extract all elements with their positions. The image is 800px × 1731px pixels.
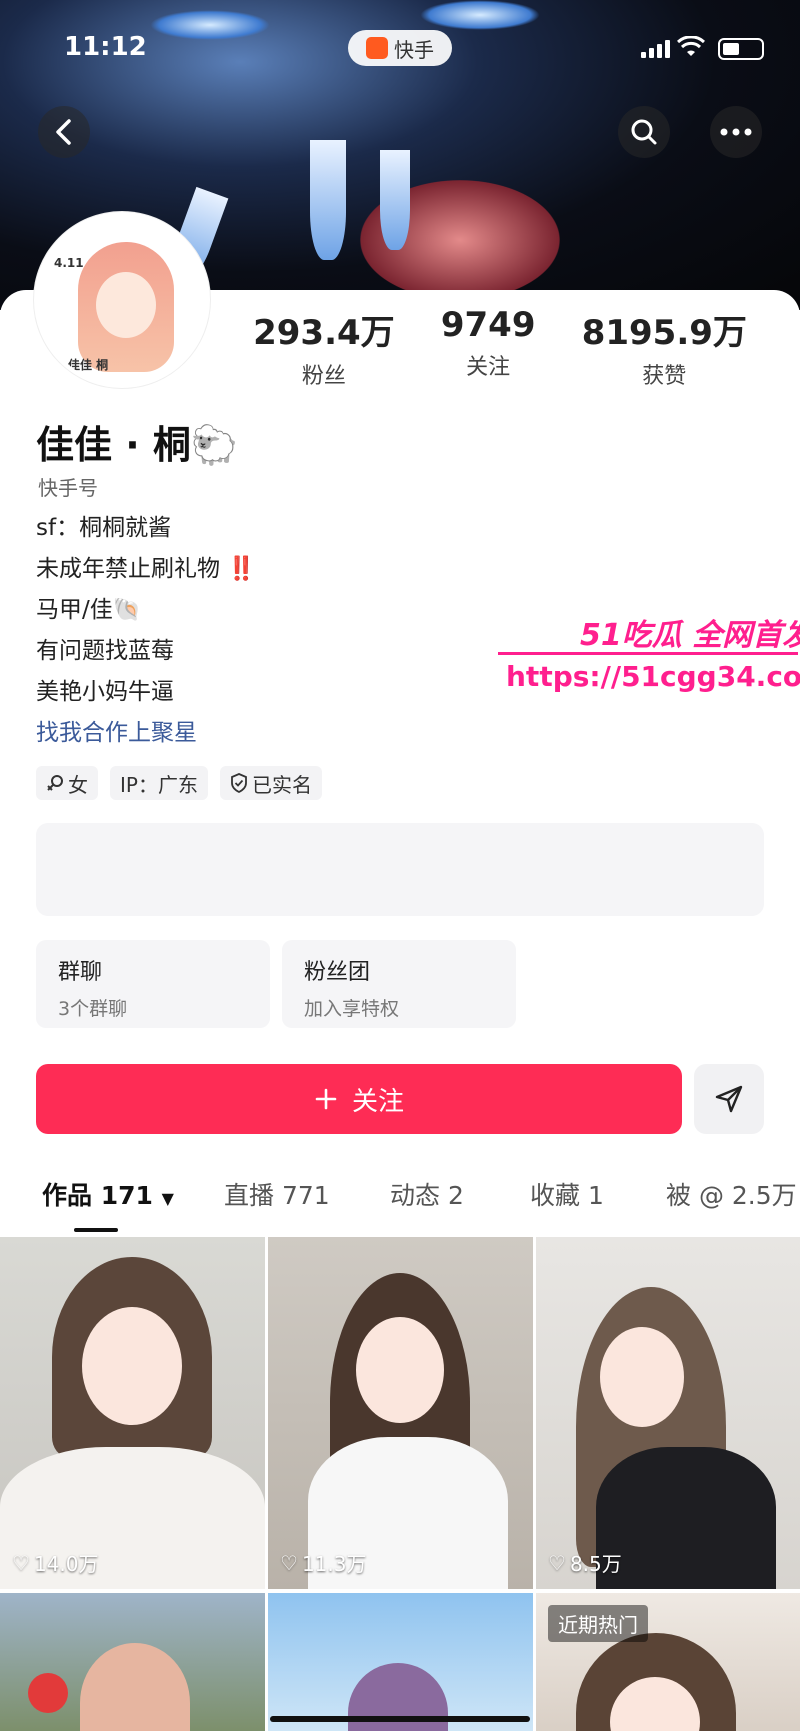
stat-value: 8195.9万 <box>581 313 747 353</box>
tab-moments[interactable]: 动态 2 <box>390 1176 464 1212</box>
watermark-url: https://51cgg34.com <box>506 660 800 693</box>
tag-label: 女 <box>68 772 88 797</box>
chevron-left-icon <box>56 119 71 145</box>
plus-icon <box>315 1088 337 1110</box>
video-thumbnail[interactable]: ♡ 8.5万 <box>536 1237 800 1589</box>
tag-label: IP：广东 <box>120 772 198 797</box>
active-tab-indicator <box>74 1228 118 1232</box>
stat-label: 粉丝 <box>301 364 346 389</box>
wifi-icon <box>676 35 706 64</box>
tab-live[interactable]: 直播 771 <box>224 1176 330 1212</box>
bio-line: 美艳小妈牛逼 <box>36 679 174 705</box>
thumbnail-object <box>28 1673 68 1713</box>
likes-count: 14.0万 <box>33 1552 99 1576</box>
group-chat-subtitle: 3个群聊 <box>58 998 128 1020</box>
profile-name: 佳佳 · 桐🐑 <box>36 423 239 467</box>
search-icon <box>631 119 657 145</box>
video-thumbnail[interactable]: 近期热门 <box>536 1593 800 1731</box>
tab-label: 作品 171 <box>42 1181 153 1210</box>
tab-works[interactable]: 作品 171 ▼ <box>42 1176 174 1212</box>
tab-favorites[interactable]: 收藏 1 <box>530 1176 604 1212</box>
watermark: 51吃瓜 全网首发 https://51cgg34.com <box>498 610 800 700</box>
profile-info-panel <box>36 823 764 916</box>
more-icon <box>720 128 752 136</box>
stat-value: 9749 <box>440 305 536 345</box>
profile-bio: sf：桐桐就酱 未成年禁止刷礼物 ‼️ 马甲/佳🐚 有问题找蓝莓 美艳小妈牛逼 … <box>36 508 256 754</box>
follow-label: 关注 <box>351 1086 404 1117</box>
app-badge: 快手 <box>348 30 452 66</box>
heart-icon: ♡ <box>548 1550 566 1575</box>
send-icon <box>715 1085 743 1113</box>
fan-club-subtitle: 加入享特权 <box>304 998 400 1020</box>
fan-club-card[interactable]: 粉丝团 加入享特权 <box>282 940 516 1028</box>
more-button[interactable] <box>710 106 762 158</box>
cover-fang <box>380 150 410 250</box>
bio-line-text: 未成年禁止刷礼物 <box>36 556 220 582</box>
video-likes: ♡ 11.3万 <box>280 1548 366 1577</box>
heart-icon: ♡ <box>280 1550 298 1575</box>
stat-value: 293.4万 <box>253 313 395 353</box>
stat-label: 关注 <box>466 355 511 380</box>
likes-count: 11.3万 <box>301 1552 367 1576</box>
avatar-face <box>96 272 156 338</box>
tab-mentions[interactable]: 被 @ 2.5万 <box>666 1176 797 1212</box>
video-likes: ♡ 8.5万 <box>548 1548 622 1577</box>
recent-hot-badge: 近期热门 <box>548 1605 648 1642</box>
bio-line: 有问题找蓝莓 <box>36 638 174 664</box>
app-name: 快手 <box>394 37 434 62</box>
shield-check-icon <box>231 773 247 793</box>
bio-collab-link[interactable]: 找我合作上聚星 <box>36 713 256 754</box>
search-button[interactable] <box>618 106 670 158</box>
heart-icon: ♡ <box>12 1550 30 1575</box>
video-likes: ♡ 14.0万 <box>12 1548 98 1577</box>
watermark-title: 51吃瓜 全网首发 <box>580 618 800 653</box>
bio-line: 未成年禁止刷礼物 ‼️ <box>36 549 256 590</box>
bio-line: 马甲/佳🐚 <box>36 597 142 623</box>
battery-icon <box>718 38 764 60</box>
kuaishou-id-label[interactable]: 快手号 <box>38 472 98 501</box>
video-thumbnail[interactable] <box>0 1593 265 1731</box>
avatar[interactable]: 4.11 佳佳 桐 <box>34 212 210 388</box>
caret-down-icon: ▼ <box>161 1189 174 1208</box>
profile-tags: 女 IP：广东 已实名 <box>36 766 322 800</box>
group-chat-card[interactable]: 群聊 3个群聊 <box>36 940 270 1028</box>
tag-label: 已实名 <box>251 772 312 797</box>
stat-following[interactable]: 9749 关注 <box>441 305 536 390</box>
bio-line: sf：桐桐就酱 <box>36 515 172 541</box>
avatar-sign-text: 佳佳 桐 <box>68 358 109 372</box>
fan-club-title: 粉丝团 <box>304 960 371 985</box>
kuaishou-logo-icon <box>366 37 388 59</box>
thumbnail-body <box>596 1447 776 1589</box>
video-thumbnail[interactable]: ♡ 11.3万 <box>268 1237 533 1589</box>
stat-likes[interactable]: 8195.9万 获赞 <box>582 305 747 390</box>
send-message-button[interactable] <box>694 1064 764 1134</box>
likes-count: 8.5万 <box>569 1552 622 1576</box>
ip-tag: IP：广东 <box>110 766 208 800</box>
gender-tag: 女 <box>36 766 98 800</box>
double-exclamation-icon: ‼️ <box>227 556 256 582</box>
status-bar: 11:12 快手 <box>0 30 800 70</box>
home-indicator <box>270 1716 530 1722</box>
stat-fans[interactable]: 293.4万 粉丝 <box>253 305 395 390</box>
follow-button[interactable]: 关注 <box>36 1064 682 1134</box>
thumbnail-face <box>600 1327 684 1427</box>
status-time: 11:12 <box>64 32 147 62</box>
cover-eye <box>420 0 540 30</box>
stat-label: 获赞 <box>642 364 687 389</box>
back-button[interactable] <box>38 106 90 158</box>
group-chat-title: 群聊 <box>58 960 103 985</box>
verified-tag: 已实名 <box>219 766 322 800</box>
avatar-date-text: 4.11 <box>54 256 84 270</box>
video-thumbnail[interactable]: ♡ 14.0万 <box>0 1237 265 1589</box>
female-icon <box>47 775 63 791</box>
thumbnail-face <box>356 1317 444 1423</box>
watermark-line <box>498 652 798 655</box>
thumbnail-face <box>82 1307 182 1425</box>
cover-fang <box>310 140 346 260</box>
video-thumbnail[interactable] <box>268 1593 533 1731</box>
content-tabs: 作品 171 ▼ 直播 771 动态 2 收藏 1 被 @ 2.5万 <box>0 1176 800 1232</box>
profile-stats: 293.4万 粉丝 9749 关注 8195.9万 获赞 <box>230 305 770 390</box>
signal-icon <box>641 40 670 58</box>
